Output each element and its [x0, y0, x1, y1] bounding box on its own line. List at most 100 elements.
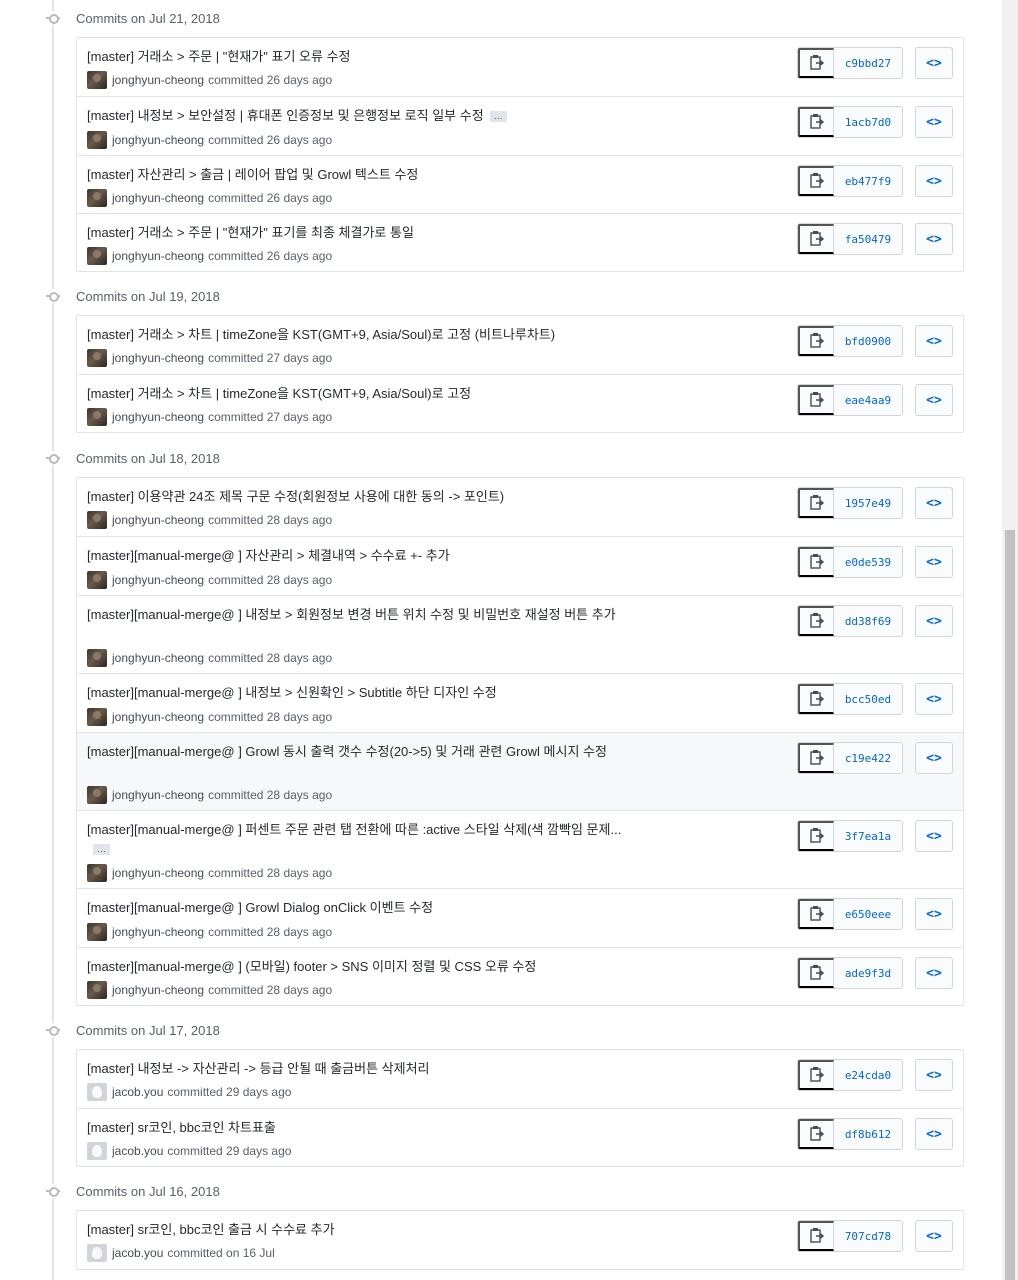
commit-message-link[interactable]: [master][manual-merge@ ] Growl Dialog on…: [87, 898, 647, 917]
ellipsis-icon[interactable]: …: [93, 844, 110, 856]
browse-repository-button[interactable]: <>: [915, 1059, 953, 1091]
commit-sha-link[interactable]: e0de539: [834, 547, 902, 577]
commit-message-link[interactable]: [master] 자산관리 > 출금 | 레이어 팝업 및 Growl 텍스트 …: [87, 165, 647, 184]
commit-message-link[interactable]: [master][manual-merge@ ] Growl 동시 출력 갯수 …: [87, 742, 642, 761]
commit-message-link[interactable]: [master] 거래소 > 주문 | "현재가" 표기를 최종 체결가로 통일: [87, 223, 647, 242]
copy-sha-button[interactable]: [798, 684, 834, 714]
commit-sha-link[interactable]: c9bbd27: [834, 48, 902, 78]
commit-message-link[interactable]: [master][manual-merge@ ] (모바일) footer > …: [87, 957, 647, 976]
commit-author-link[interactable]: jonghyun-cheong: [112, 513, 204, 527]
copy-sha-button[interactable]: [798, 1119, 834, 1149]
commit-message-link[interactable]: [master] 내정보 > 보안설정 | 휴대폰 인증정보 및 은행정보 로직…: [87, 106, 647, 125]
copy-sha-button[interactable]: [798, 1060, 834, 1090]
commit-author-link[interactable]: jonghyun-cheong: [112, 651, 204, 665]
avatar[interactable]: [87, 131, 107, 149]
browse-repository-button[interactable]: <>: [915, 47, 953, 79]
copy-sha-button[interactable]: [798, 166, 834, 196]
commit-message-link[interactable]: [master] 내정보 -> 자산관리 -> 등급 안될 때 출금버튼 삭제처…: [87, 1059, 647, 1078]
commit-sha-link[interactable]: e650eee: [834, 899, 902, 929]
copy-sha-button[interactable]: [798, 899, 834, 929]
commit-author-link[interactable]: jonghyun-cheong: [112, 925, 204, 939]
commit-sha-link[interactable]: 1acb7d0: [834, 107, 902, 137]
browse-repository-button[interactable]: <>: [915, 546, 953, 578]
commit-author-link[interactable]: jacob.you: [112, 1246, 163, 1260]
ellipsis-icon[interactable]: …: [489, 111, 507, 123]
copy-sha-button[interactable]: [798, 821, 834, 851]
commit-sha-link[interactable]: eb477f9: [834, 166, 902, 196]
copy-sha-button[interactable]: [798, 326, 834, 356]
avatar[interactable]: [87, 511, 107, 529]
copy-sha-button[interactable]: [798, 385, 834, 415]
commit-sha-link[interactable]: df8b612: [834, 1119, 902, 1149]
commit-author-link[interactable]: jonghyun-cheong: [112, 191, 204, 205]
avatar[interactable]: [87, 1083, 107, 1101]
copy-sha-button[interactable]: [798, 958, 834, 988]
scrollbar[interactable]: [1002, 0, 1018, 1280]
commit-sha-link[interactable]: fa50479: [834, 224, 902, 254]
commit-sha-link[interactable]: c19e422: [834, 743, 902, 773]
avatar[interactable]: [87, 349, 107, 367]
commit-sha-link[interactable]: bfd0900: [834, 326, 902, 356]
commit-sha-link[interactable]: bcc50ed: [834, 684, 902, 714]
copy-sha-button[interactable]: [798, 606, 834, 636]
commit-author-link[interactable]: jonghyun-cheong: [112, 249, 204, 263]
commit-author-link[interactable]: jonghyun-cheong: [112, 710, 204, 724]
browse-repository-button[interactable]: <>: [915, 742, 953, 774]
avatar[interactable]: [87, 1142, 107, 1160]
scrollbar-thumb[interactable]: [1005, 530, 1015, 1280]
copy-sha-button[interactable]: [798, 107, 834, 137]
commit-message-link[interactable]: [master] 거래소 > 주문 | "현재가" 표기 오류 수정: [87, 47, 647, 66]
copy-sha-button[interactable]: [798, 547, 834, 577]
browse-repository-button[interactable]: <>: [915, 957, 953, 989]
avatar[interactable]: [87, 189, 107, 207]
copy-sha-button[interactable]: [798, 743, 834, 773]
browse-repository-button[interactable]: <>: [915, 898, 953, 930]
commit-sha-link[interactable]: ade9f3d: [834, 958, 902, 988]
avatar[interactable]: [87, 1244, 107, 1262]
commit-message-link[interactable]: [master] sr코인, bbc코인 출금 시 수수료 추가: [87, 1220, 647, 1239]
commit-message-link[interactable]: [master] 거래소 > 차트 | timeZone을 KST(GMT+9,…: [87, 325, 647, 344]
commit-author-link[interactable]: jonghyun-cheong: [112, 351, 204, 365]
browse-repository-button[interactable]: <>: [915, 325, 953, 357]
avatar[interactable]: [87, 786, 107, 804]
commit-message-link[interactable]: [master][manual-merge@ ] 자산관리 > 체결내역 > 수…: [87, 546, 647, 565]
commit-author-link[interactable]: jacob.you: [112, 1085, 163, 1099]
commit-message-link[interactable]: [master][manual-merge@ ] 퍼센트 주문 관련 탭 전환에…: [87, 820, 642, 858]
avatar[interactable]: [87, 923, 107, 941]
browse-repository-button[interactable]: <>: [915, 487, 953, 519]
browse-repository-button[interactable]: <>: [915, 820, 953, 852]
commit-author-link[interactable]: jonghyun-cheong: [112, 983, 204, 997]
commit-sha-link[interactable]: e24cda0: [834, 1060, 902, 1090]
avatar[interactable]: [87, 71, 107, 89]
commit-message-link[interactable]: [master] 거래소 > 차트 | timeZone을 KST(GMT+9,…: [87, 384, 647, 403]
commit-author-link[interactable]: jacob.you: [112, 1144, 163, 1158]
browse-repository-button[interactable]: <>: [915, 1118, 953, 1150]
browse-repository-button[interactable]: <>: [915, 106, 953, 138]
copy-sha-button[interactable]: [798, 48, 834, 78]
commit-message-link[interactable]: [master] 이용약관 24조 제목 구문 수정(회원정보 사용에 대한 동…: [87, 487, 647, 506]
avatar[interactable]: [87, 247, 107, 265]
commit-message-link[interactable]: [master][manual-merge@ ] 내정보 > 신원확인 > Su…: [87, 683, 647, 702]
commit-sha-link[interactable]: 3f7ea1a: [834, 821, 902, 851]
copy-sha-button[interactable]: [798, 224, 834, 254]
commit-message-link[interactable]: [master][manual-merge@ ] 내정보 > 회원정보 변경 버…: [87, 605, 642, 624]
commit-author-link[interactable]: jonghyun-cheong: [112, 573, 204, 587]
commit-author-link[interactable]: jonghyun-cheong: [112, 788, 204, 802]
commit-sha-link[interactable]: 707cd78: [834, 1221, 902, 1251]
copy-sha-button[interactable]: [798, 488, 834, 518]
commit-author-link[interactable]: jonghyun-cheong: [112, 73, 204, 87]
commit-author-link[interactable]: jonghyun-cheong: [112, 133, 204, 147]
avatar[interactable]: [87, 408, 107, 426]
commit-author-link[interactable]: jonghyun-cheong: [112, 410, 204, 424]
commit-sha-link[interactable]: 1957e49: [834, 488, 902, 518]
avatar[interactable]: [87, 708, 107, 726]
copy-sha-button[interactable]: [798, 1221, 834, 1251]
browse-repository-button[interactable]: <>: [915, 1220, 953, 1252]
browse-repository-button[interactable]: <>: [915, 683, 953, 715]
commit-author-link[interactable]: jonghyun-cheong: [112, 866, 204, 880]
avatar[interactable]: [87, 981, 107, 999]
avatar[interactable]: [87, 649, 107, 667]
commit-message-link[interactable]: [master] sr코인, bbc코인 차트표출: [87, 1118, 647, 1137]
avatar[interactable]: [87, 571, 107, 589]
commit-sha-link[interactable]: dd38f69: [834, 606, 902, 636]
